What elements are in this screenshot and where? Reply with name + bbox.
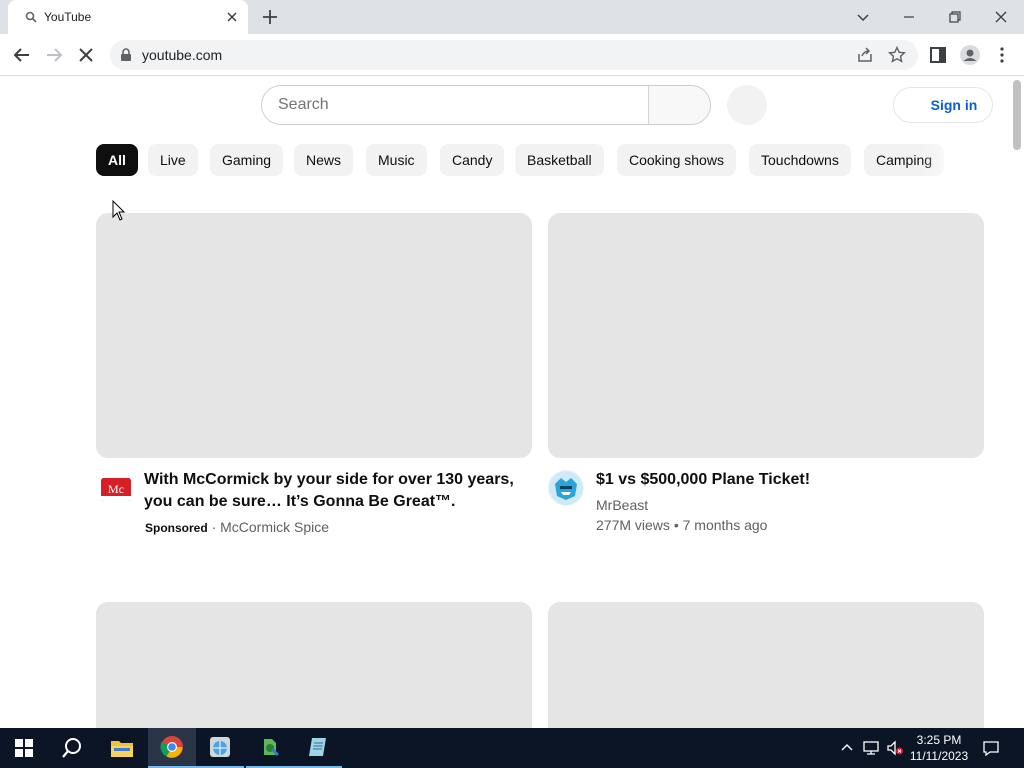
chrome-taskbar-button[interactable] xyxy=(148,728,196,768)
chip-label: Basketball xyxy=(527,152,592,168)
mccormick-logo-icon: Mc xyxy=(101,478,131,502)
chip-cooking-shows[interactable]: Cooking shows xyxy=(617,144,736,176)
video-title-line: $1 vs $500,000 Plane Ticket! xyxy=(596,471,811,488)
video-meta-sponsored: Sponsored · McCormick Spice xyxy=(145,517,329,538)
chip-basketball[interactable]: Basketball xyxy=(515,144,604,176)
close-window-icon[interactable] xyxy=(990,6,1012,28)
video-title-mrbeast[interactable]: $1 vs $500,000 Plane Ticket! xyxy=(596,469,976,491)
chrome-icon xyxy=(160,736,183,758)
chip-all[interactable]: All xyxy=(96,144,138,176)
svg-text:Mc: Mc xyxy=(108,482,124,496)
sign-in-label: Sign in xyxy=(930,97,978,113)
windows-logo-icon xyxy=(15,739,33,757)
chip-music[interactable]: Music xyxy=(366,144,427,176)
taskbar-clock[interactable]: 3:25 PM 11/11/2023 xyxy=(904,732,974,764)
globe-app-icon xyxy=(210,737,230,757)
url-text[interactable]: youtube.com xyxy=(142,47,222,63)
upload-age: 7 months ago xyxy=(682,517,768,533)
chip-label: Candy xyxy=(452,152,493,168)
chip-gaming[interactable]: Gaming xyxy=(210,144,284,176)
close-tab-icon[interactable] xyxy=(224,9,240,25)
side-panel-icon[interactable] xyxy=(926,43,950,67)
taskbar-search-button[interactable] xyxy=(48,728,96,768)
chevron-up-icon[interactable] xyxy=(838,739,856,757)
mrbeast-logo-icon xyxy=(549,471,583,505)
notifications-icon[interactable] xyxy=(982,739,1000,757)
share-icon[interactable] xyxy=(856,46,874,64)
chip-fade-overlay xyxy=(920,140,980,180)
video-title-sponsored[interactable]: With McCormick by your side for over 130… xyxy=(144,469,524,513)
file-explorer-button[interactable] xyxy=(98,728,146,768)
chip-label: Gaming xyxy=(222,152,272,168)
page-scrollbar[interactable] xyxy=(1013,80,1021,150)
new-tab-icon[interactable] xyxy=(259,6,281,28)
meta-separator: • xyxy=(673,517,679,533)
browser-toolbar: youtube.com xyxy=(0,34,1024,76)
chip-label: Music xyxy=(378,152,415,168)
stop-loading-icon[interactable] xyxy=(74,43,98,67)
tab-strip: YouTube xyxy=(0,0,1024,34)
voice-search-button[interactable] xyxy=(727,85,767,125)
search-button[interactable] xyxy=(648,86,710,124)
search-input[interactable] xyxy=(262,86,648,124)
sign-in-button[interactable]: Sign in xyxy=(893,87,993,123)
network-icon[interactable] xyxy=(862,739,880,757)
tab-search-icon[interactable] xyxy=(852,6,874,28)
loading-favicon-icon xyxy=(25,11,37,23)
windows-taskbar: 3:25 PM 11/11/2023 xyxy=(0,728,1024,768)
meta-separator: · xyxy=(211,519,217,535)
clock-date: 11/11/2023 xyxy=(909,749,969,763)
search-box xyxy=(261,85,711,125)
video-title-line: With McCormick by your side for over 130… xyxy=(144,471,514,488)
profile-icon[interactable] xyxy=(958,43,982,67)
minimize-icon[interactable] xyxy=(898,6,920,28)
chip-label: Cooking shows xyxy=(629,152,724,168)
python-app-icon xyxy=(264,739,280,757)
chip-candy[interactable]: Candy xyxy=(440,144,505,176)
notes-app-taskbar-button[interactable] xyxy=(294,728,342,768)
chip-label: All xyxy=(108,152,126,168)
search-icon xyxy=(62,738,81,758)
mccormick-avatar[interactable]: Mc xyxy=(98,472,134,508)
chip-label: Touchdowns xyxy=(761,152,839,168)
channel-name-mrbeast[interactable]: MrBeast xyxy=(596,495,648,515)
chip-label: News xyxy=(306,152,342,168)
restore-icon[interactable] xyxy=(944,6,966,28)
video-title-line: you can be sure… It’s Gonna Be Great™. xyxy=(144,493,456,510)
video-stats-mrbeast: 277M views • 7 months ago xyxy=(596,515,767,535)
sponsored-label: Sponsored xyxy=(145,521,208,535)
notepad-icon xyxy=(309,738,326,756)
start-button[interactable] xyxy=(0,728,48,768)
video-thumbnail-mrbeast[interactable] xyxy=(548,213,984,458)
video-thumbnail-sponsored[interactable] xyxy=(96,213,532,458)
screen: YouTube youtube.com Search Sign in All L… xyxy=(0,0,1024,768)
volume-muted-icon[interactable] xyxy=(886,739,904,757)
lock-icon[interactable] xyxy=(120,48,132,62)
forward-arrow-icon[interactable] xyxy=(42,43,66,67)
channel-name[interactable]: McCormick Spice xyxy=(220,519,329,535)
mouse-cursor-icon xyxy=(112,200,126,221)
bookmark-star-icon[interactable] xyxy=(888,46,906,64)
network-app-taskbar-button[interactable] xyxy=(196,728,244,768)
folder-icon xyxy=(111,741,133,757)
menu-kebab-icon[interactable] xyxy=(990,43,1014,67)
back-arrow-icon[interactable] xyxy=(10,43,34,67)
view-count: 277M views xyxy=(596,517,670,533)
chip-news[interactable]: News xyxy=(294,144,354,176)
tab-title: YouTube xyxy=(44,10,92,24)
python-app-taskbar-button[interactable] xyxy=(246,728,294,768)
chip-live[interactable]: Live xyxy=(148,144,198,176)
mrbeast-avatar[interactable] xyxy=(548,470,584,506)
tab-youtube[interactable]: YouTube xyxy=(8,0,248,34)
chip-touchdowns[interactable]: Touchdowns xyxy=(749,144,851,176)
chip-label: Live xyxy=(160,152,186,168)
clock-time: 3:25 PM xyxy=(916,733,962,747)
address-bar[interactable]: youtube.com xyxy=(110,40,918,70)
